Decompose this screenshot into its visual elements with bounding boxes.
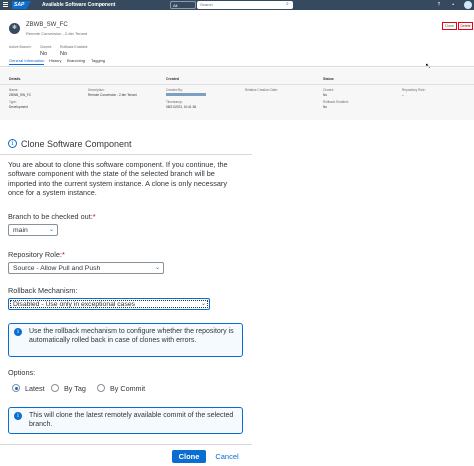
search-input[interactable]: Search [197,1,293,9]
object-title: ZBWB_SW_FC [26,22,68,28]
rollback-info-strip: i Use the rollback mechanism to configur… [8,323,243,357]
branch-select-value: main [13,227,28,234]
description-label: Description: [88,88,105,92]
chevron-down-icon[interactable]: ⌄ [155,264,160,273]
divider [0,84,474,85]
radio-circle[interactable] [97,384,105,392]
relative-date-label: Relative Creation Date: [245,88,278,92]
rollback-info-text: Use the rollback mechanism to configure … [29,328,234,345]
role-select-value: Source - Allow Pull and Push [13,265,101,272]
dialog-footer: Clone Cancel [0,444,252,466]
timestamp-label: Timestamp: [166,100,183,104]
shell-actions[interactable]: ?• [437,2,466,8]
rollback-value: No [60,51,68,57]
chevron-down-icon[interactable]: ▾ [101,2,104,8]
role-label-text: Repository Role: [8,250,62,259]
repository-role-label: Repository Role:* [8,250,65,259]
app-title[interactable]: Available Software Component [42,2,115,8]
chevron-down-icon[interactable]: ⌄ [201,300,206,309]
search-scope-select[interactable]: All [170,1,196,9]
rollback-label: Rollback Enabled: [60,45,89,49]
required-marker: * [92,212,96,221]
radio-by-commit-label: By Commit [110,384,146,393]
branch-label-text: Branch to be checked out: [8,212,93,221]
dialog-intro-text: You are about to clone this software com… [8,160,228,198]
chevron-down-icon[interactable]: ⌄ [49,226,54,235]
rollback-select-value: Disabled - Use only in exceptional cases [13,301,136,308]
rollback-status-label: Rollback Enabled: [323,100,349,104]
sap-logo[interactable]: SAP [12,1,31,9]
object-subtitle: Remote Conversion - 2-tier Tenant [26,31,88,36]
type-value: Development [9,105,28,109]
repository-role-label: Repository Role: [402,88,426,92]
tab-history[interactable]: History [49,58,61,63]
details-heading: Details [9,77,21,81]
description-value: Remote Conversion - 2-tier Tenant [88,93,137,97]
software-component-icon: ❄ [9,23,20,34]
active-branch-label: Active Branch: [9,45,32,49]
tab-tagging[interactable]: Tagging [91,58,105,63]
radio-circle[interactable] [12,384,20,392]
cloned-value: No [40,51,48,57]
help-icon[interactable]: ? [437,2,452,8]
timestamp-value: 08/21/2023, 10:41:36 [166,105,197,109]
info-icon: i [8,139,17,148]
info-icon: i [14,412,22,420]
name-value: ZBWB_SW_FC [9,93,32,97]
latest-info-text: This will clone the latest remotely avai… [29,412,234,429]
general-info-section: Details Created Status Name: ZBWB_SW_FC … [0,68,474,120]
type-label: Type: [9,100,17,104]
repository-role-select[interactable]: Source - Allow Pull and Push ⌄ [8,262,164,274]
radio-by-tag-label: By Tag [64,384,86,393]
cancel-button[interactable]: Cancel [212,450,242,463]
rollback-mechanism-label: Rollback Mechanism: [8,286,78,295]
tab-branching[interactable]: Branching [67,58,85,63]
dialog-title: Clone Software Component [21,139,132,149]
tab-bar: General Information History Branching Ta… [0,58,474,66]
radio-latest-label: Latest [25,384,45,393]
radio-circle[interactable] [51,384,59,392]
tab-general-information[interactable]: General Information [9,58,45,65]
delete-header-button[interactable]: Delete [458,22,473,30]
search-icon[interactable]: ⌕ [286,1,289,7]
cloned-label: Cloned: [40,45,53,49]
created-by-label: Created By: [166,88,183,92]
options-label: Options: [8,368,36,377]
created-by-value [166,93,206,96]
name-label: Name: [9,88,19,92]
info-icon: i [14,328,22,336]
repository-role-value: – [402,93,404,97]
clone-button[interactable]: Clone [172,450,206,463]
avatar[interactable] [464,1,472,9]
clone-header-button[interactable]: Clone [442,22,457,30]
latest-info-strip: i This will clone the latest remotely av… [8,407,243,434]
menu-icon[interactable] [3,2,8,8]
status-heading: Status [323,77,334,81]
rollback-mechanism-select[interactable]: Disabled - Use only in exceptional cases… [8,298,210,310]
branch-label: Branch to be checked out:* [8,212,96,221]
shell-bar: SAP Available Software Component ▾ All S… [0,0,474,10]
logo-text: SAP [14,2,25,8]
created-heading: Created [166,77,180,81]
cloned-status-label: Cloned: [323,88,334,92]
required-marker: * [61,250,65,259]
cloned-status-value: No [323,93,328,97]
branch-select[interactable]: main ⌄ [8,224,58,236]
rollback-status-value: No [323,105,328,109]
clone-dialog: i Clone Software Component You are about… [0,134,252,466]
dialog-header: i Clone Software Component [0,134,252,155]
tab-divider [0,66,474,67]
